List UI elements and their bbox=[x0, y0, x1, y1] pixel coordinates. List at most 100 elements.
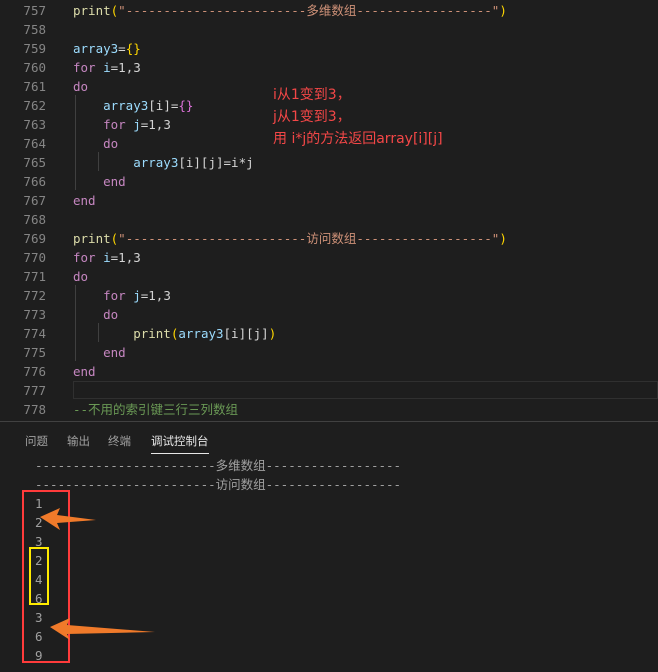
code-token: for bbox=[73, 288, 126, 303]
tab-debug-console[interactable]: 调试控制台 bbox=[151, 433, 209, 454]
code-token: [i][j]=i*j bbox=[178, 155, 254, 170]
annotation-line-2: j从1变到3， bbox=[273, 109, 351, 125]
code-token: for bbox=[73, 60, 96, 75]
code-line[interactable]: 757 print("------------------------多维数组--… bbox=[0, 1, 658, 20]
code-token: array3 bbox=[178, 326, 224, 341]
code-line[interactable]: 778 --不用的索引键三行三列数组 bbox=[0, 400, 658, 419]
code-text: for j=1,3 bbox=[73, 115, 171, 134]
code-text: array3[i]={} bbox=[73, 96, 193, 115]
code-line[interactable]: 760 for i=1,3 bbox=[0, 58, 658, 77]
code-text: print("------------------------访问数组-----… bbox=[73, 229, 507, 248]
code-token: j bbox=[125, 117, 141, 132]
code-text: --不用的索引键三行三列数组 bbox=[73, 400, 238, 419]
code-token: =1,3 bbox=[140, 117, 171, 132]
code-text: for i=1,3 bbox=[73, 248, 141, 267]
line-number: 770 bbox=[23, 250, 46, 265]
line-number: 774 bbox=[23, 326, 46, 341]
line-number: 775 bbox=[23, 345, 46, 360]
code-token: for bbox=[73, 250, 96, 265]
code-token: ) bbox=[268, 326, 277, 341]
indent-guide bbox=[98, 323, 99, 342]
code-token: "------------------------访问数组-----------… bbox=[118, 231, 500, 246]
line-number: 762 bbox=[23, 98, 46, 113]
line-number: 761 bbox=[23, 79, 46, 94]
code-token: =1,3 bbox=[140, 288, 171, 303]
code-text: array3[i][j]=i*j bbox=[73, 153, 254, 172]
code-line[interactable]: 767 end bbox=[0, 191, 658, 210]
line-number: 767 bbox=[23, 193, 46, 208]
line-number: 764 bbox=[23, 136, 46, 151]
code-token: {} bbox=[178, 98, 194, 113]
code-token: end bbox=[73, 193, 96, 208]
indent-guide bbox=[75, 95, 76, 190]
code-text: do bbox=[73, 77, 88, 96]
code-text: do bbox=[73, 305, 118, 324]
code-text: do bbox=[73, 134, 118, 153]
tab-terminal[interactable]: 终端 bbox=[108, 433, 131, 449]
code-line[interactable]: 773 do bbox=[0, 305, 658, 324]
code-token: end bbox=[73, 364, 96, 379]
code-line[interactable]: 775 end bbox=[0, 343, 658, 362]
code-token: array3 bbox=[73, 41, 119, 56]
line-number: 757 bbox=[23, 3, 46, 18]
code-token: do bbox=[73, 136, 119, 151]
code-token: print bbox=[73, 231, 111, 246]
line-number: 766 bbox=[23, 174, 46, 189]
code-line[interactable]: 771 do bbox=[0, 267, 658, 286]
line-number: 777 bbox=[23, 383, 46, 398]
code-text: do bbox=[73, 267, 88, 286]
console-line: ------------------------多维数组------------… bbox=[35, 458, 402, 473]
line-number: 768 bbox=[23, 212, 46, 227]
code-token: --不用的索引键三行三列数组 bbox=[73, 402, 239, 417]
code-text: end bbox=[73, 343, 126, 362]
code-line[interactable]: 768 bbox=[0, 210, 658, 229]
code-text: end bbox=[73, 172, 126, 191]
code-line[interactable]: 758 bbox=[0, 20, 658, 39]
code-text: end bbox=[73, 362, 96, 381]
line-number: 765 bbox=[23, 155, 46, 170]
current-line-highlight bbox=[73, 381, 658, 399]
code-token: do bbox=[73, 269, 89, 284]
line-number: 772 bbox=[23, 288, 46, 303]
indent-guide bbox=[98, 152, 99, 171]
code-line[interactable]: 770 for i=1,3 bbox=[0, 248, 658, 267]
line-number: 763 bbox=[23, 117, 46, 132]
code-token: end bbox=[73, 174, 126, 189]
bottom-panel: 问题 输出 终端 调试控制台 ------------------------多… bbox=[0, 421, 658, 672]
code-line[interactable]: 772 for j=1,3 bbox=[0, 286, 658, 305]
line-number: 769 bbox=[23, 231, 46, 246]
code-token: "------------------------多维数组-----------… bbox=[118, 3, 500, 18]
annotation-line-1: i从1变到3， bbox=[273, 87, 351, 103]
code-token: for bbox=[73, 117, 126, 132]
code-token: =1,3 bbox=[110, 250, 141, 265]
code-line[interactable]: 776 end bbox=[0, 362, 658, 381]
code-token: i bbox=[95, 60, 111, 75]
annotation-line-3: 用 i*j的方法返回array[i][j] bbox=[273, 131, 443, 147]
code-token: do bbox=[73, 79, 89, 94]
code-text: array3={} bbox=[73, 39, 141, 58]
code-token: print bbox=[73, 3, 111, 18]
yellow-highlight-box bbox=[29, 547, 49, 605]
line-number: 759 bbox=[23, 41, 46, 56]
code-token: = bbox=[118, 41, 126, 56]
code-token: ) bbox=[499, 3, 507, 18]
code-editor[interactable]: 757 print("------------------------多维数组--… bbox=[0, 0, 658, 421]
line-number: 773 bbox=[23, 307, 46, 322]
code-line[interactable]: 769 print("------------------------访问数组--… bbox=[0, 229, 658, 248]
line-number: 760 bbox=[23, 60, 46, 75]
line-number: 771 bbox=[23, 269, 46, 284]
tab-problems[interactable]: 问题 bbox=[25, 433, 48, 449]
tab-output[interactable]: 输出 bbox=[67, 433, 90, 449]
code-token: array3 bbox=[73, 98, 149, 113]
code-line[interactable]: 766 end bbox=[0, 172, 658, 191]
line-number: 758 bbox=[23, 22, 46, 37]
code-token: ) bbox=[499, 231, 507, 246]
code-token: j bbox=[125, 288, 141, 303]
code-line[interactable]: 759 array3={} bbox=[0, 39, 658, 58]
code-token: print bbox=[73, 326, 171, 341]
code-token: end bbox=[73, 345, 126, 360]
line-number: 778 bbox=[23, 402, 46, 417]
code-token: =1,3 bbox=[110, 60, 141, 75]
code-text: for j=1,3 bbox=[73, 286, 171, 305]
code-text: for i=1,3 bbox=[73, 58, 141, 77]
